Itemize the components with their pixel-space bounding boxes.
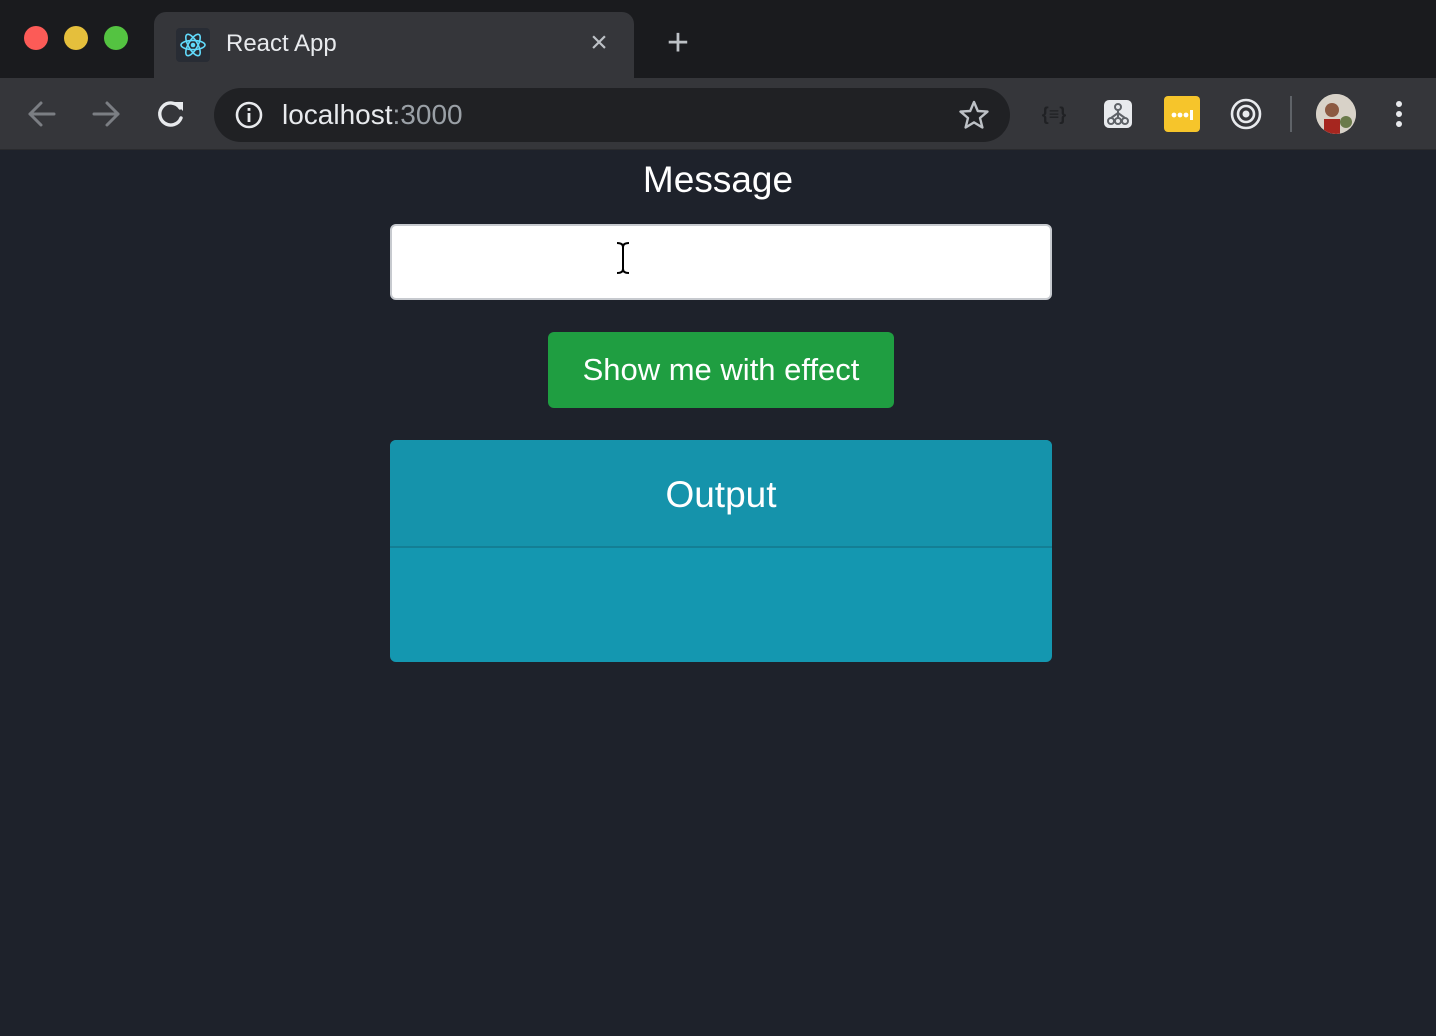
output-card-body <box>390 548 1052 662</box>
new-tab-button[interactable]: + <box>660 24 696 62</box>
text-cursor-icon <box>614 241 632 275</box>
more-vertical-icon[interactable] <box>1384 94 1414 134</box>
message-input[interactable] <box>390 224 1052 300</box>
close-tab-icon[interactable]: × <box>582 26 616 60</box>
reload-icon[interactable] <box>150 94 190 134</box>
url-port: :3000 <box>392 99 463 130</box>
show-with-effect-button[interactable]: Show me with effect <box>548 332 894 408</box>
browser-toolbar: localhost:3000 {≡} <box>0 78 1436 150</box>
back-arrow-icon[interactable] <box>22 94 62 134</box>
browser-tab-active[interactable]: React App × <box>154 12 634 78</box>
close-window-button[interactable] <box>24 26 48 50</box>
json-viewer-extension-icon[interactable]: {≡} <box>1036 96 1072 132</box>
profile-avatar[interactable] <box>1316 94 1356 134</box>
maximize-window-button[interactable] <box>104 26 128 50</box>
tree-extension-icon[interactable] <box>1100 96 1136 132</box>
url-host: localhost <box>282 99 393 130</box>
info-icon[interactable] <box>234 100 264 130</box>
target-extension-icon[interactable] <box>1228 96 1264 132</box>
bookmark-star-icon[interactable] <box>958 99 990 131</box>
output-title: Output <box>665 474 777 515</box>
browser-tab-strip: React App × + <box>0 0 1436 78</box>
address-bar[interactable]: localhost:3000 <box>214 88 1010 142</box>
minimize-window-button[interactable] <box>64 26 88 50</box>
toolbar-separator <box>1290 96 1292 132</box>
output-card-header: Output <box>390 440 1052 548</box>
react-atom-icon <box>176 28 210 62</box>
tab-title: React App <box>226 30 337 57</box>
yellow-extension-icon[interactable] <box>1164 96 1200 132</box>
message-label: Message <box>642 159 794 200</box>
forward-arrow-icon[interactable] <box>86 94 126 134</box>
page-content: Message Show me with effect Output <box>0 151 1436 1036</box>
url-text: localhost:3000 <box>282 99 463 131</box>
output-card: Output <box>390 440 1052 662</box>
